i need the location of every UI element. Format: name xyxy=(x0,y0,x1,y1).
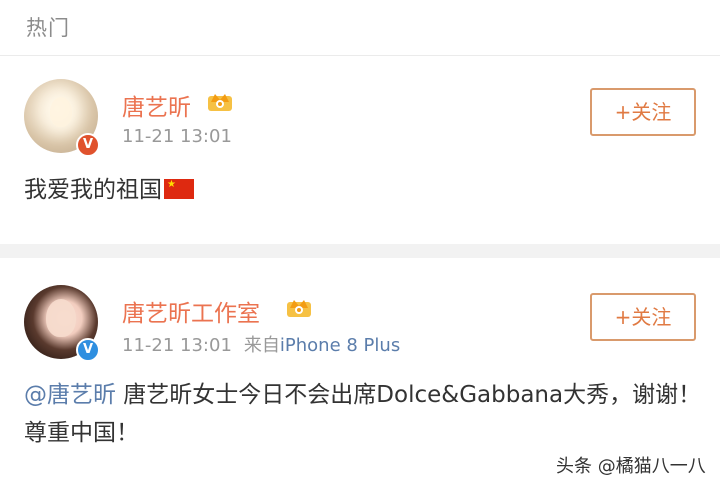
section-title: 热门 xyxy=(26,16,70,40)
vip-crown-icon xyxy=(287,300,311,317)
post-text: 我爱我的祖国 ★ xyxy=(24,171,194,209)
verified-badge-icon: V xyxy=(76,338,100,362)
source-label: 来自 xyxy=(243,335,280,356)
hot-section-header: 热门 xyxy=(0,0,720,55)
weibo-post: V 唐艺昕工作室 11-21 13:01 来自iPhone 8 Plus +关注 … xyxy=(0,258,720,483)
follow-button[interactable]: +关注 xyxy=(590,88,696,136)
watermark: 头条 @橘猫八一八 xyxy=(556,456,706,477)
username[interactable]: 唐艺昕 xyxy=(122,88,191,122)
timestamp: 11-21 13:01 xyxy=(122,126,232,147)
follow-button[interactable]: +关注 xyxy=(590,293,696,341)
post-meta: 11-21 13:01 来自iPhone 8 Plus xyxy=(122,331,400,357)
weibo-post: V 唐艺昕 11-21 13:01 +关注 我爱我的祖国 ★ xyxy=(0,56,720,244)
source-device-link[interactable]: iPhone 8 Plus xyxy=(280,335,400,356)
vip-crown-icon xyxy=(208,94,232,111)
post-body: 我爱我的祖国 xyxy=(24,177,162,203)
post-separator xyxy=(0,244,720,258)
timestamp: 11-21 13:01 xyxy=(122,335,232,356)
mention-link[interactable]: @唐艺昕 xyxy=(24,382,116,408)
post-body: 唐艺昕女士今日不会出席Dolce&Gabbana大秀，谢谢！尊重中国！ xyxy=(24,382,702,446)
post-text: @唐艺昕 唐艺昕女士今日不会出席Dolce&Gabbana大秀，谢谢！尊重中国！ xyxy=(24,376,704,452)
china-flag-icon: ★ xyxy=(164,179,194,199)
post-meta: 11-21 13:01 xyxy=(122,126,232,147)
username[interactable]: 唐艺昕工作室 xyxy=(122,294,260,328)
verified-badge-icon: V xyxy=(76,133,100,157)
